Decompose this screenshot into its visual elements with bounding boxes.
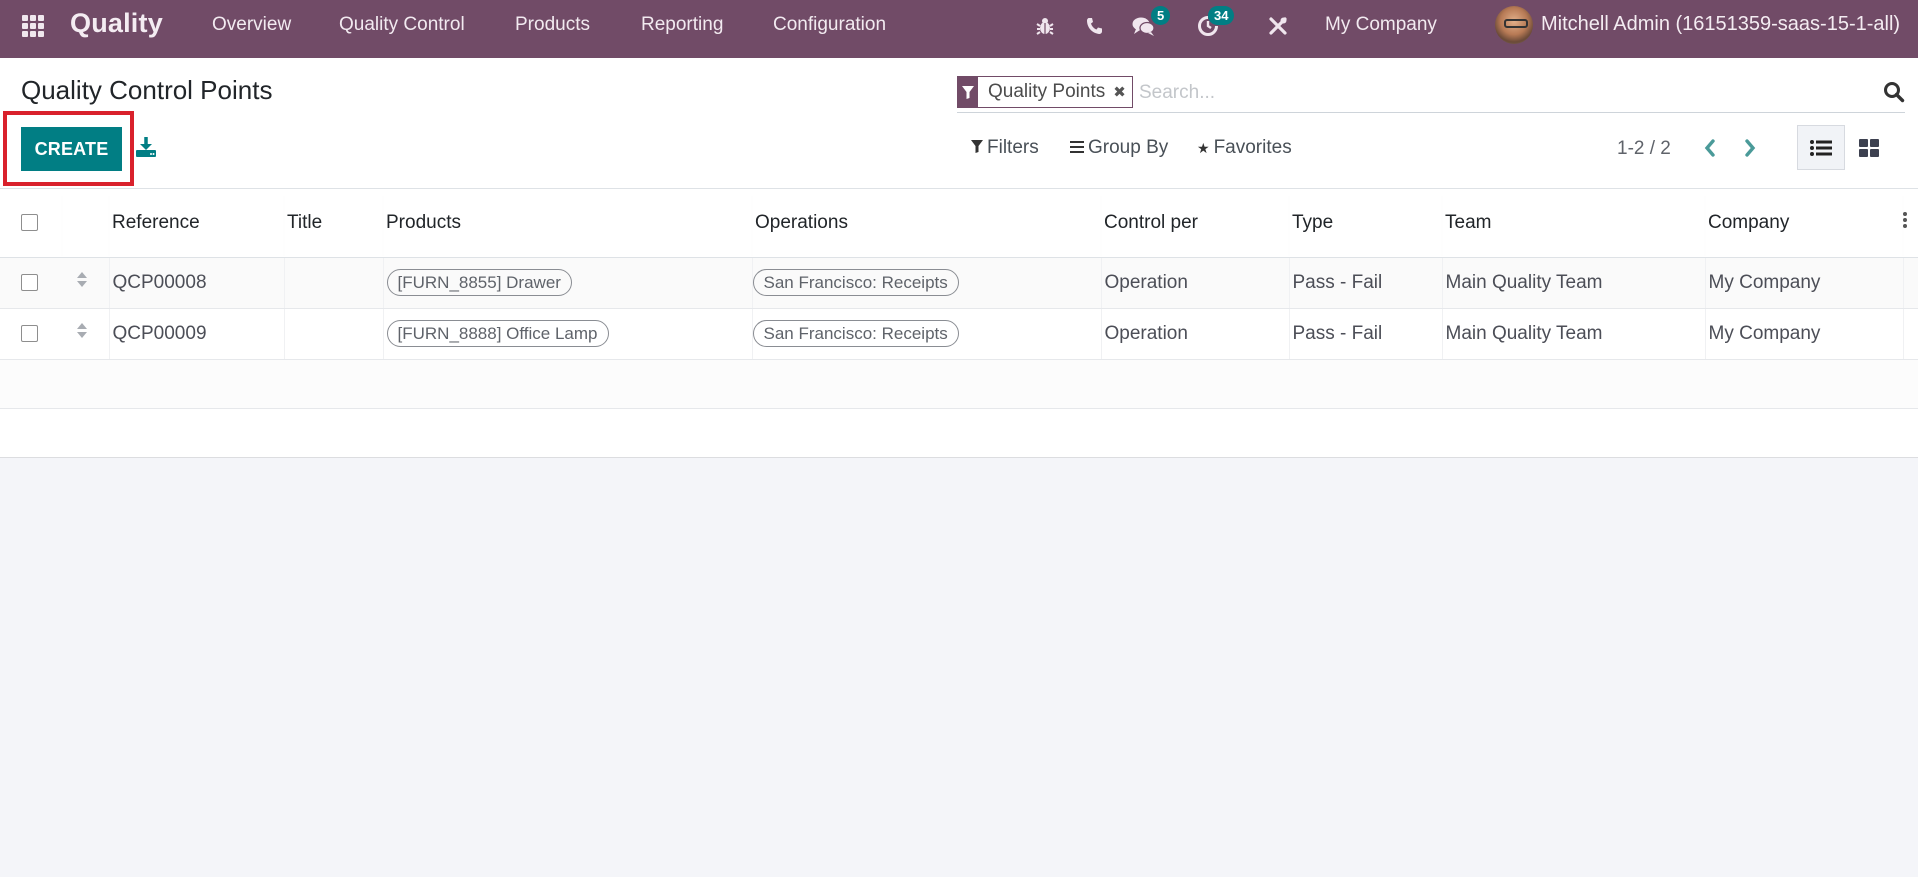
phone-icon[interactable] [1082, 13, 1106, 39]
pager-value[interactable]: 1-2 / 2 [1617, 138, 1671, 160]
empty-row [0, 359, 1918, 409]
drag-handle-icon[interactable] [75, 322, 89, 340]
list-view-button[interactable] [1797, 125, 1845, 170]
quality-points-table: Reference Title Products Operations Cont… [0, 189, 1918, 458]
facet-remove-icon[interactable]: ✖ [1111, 77, 1132, 107]
download-icon[interactable] [135, 136, 157, 158]
messages-badge: 5 [1151, 6, 1171, 25]
pager-previous-button[interactable] [1698, 134, 1722, 162]
column-header-operations[interactable]: Operations [752, 189, 1101, 258]
facet-label: Quality Points [988, 81, 1106, 102]
product-tag[interactable]: [FURN_8888] Office Lamp [386, 320, 609, 347]
search-facet[interactable]: Quality Points ✖ [957, 76, 1133, 108]
activities-badge: 34 [1208, 6, 1235, 25]
menu-overview[interactable]: Overview [212, 14, 291, 36]
favorites-label: Favorites [1213, 137, 1292, 158]
cell-type: Pass - Fail [1292, 322, 1383, 344]
search-icon[interactable] [1883, 81, 1905, 103]
cell-control-per: Operation [1104, 271, 1188, 293]
company-switcher[interactable]: My Company [1325, 14, 1437, 36]
list-view: Reference Title Products Operations Cont… [0, 189, 1918, 458]
row-checkbox[interactable] [21, 273, 38, 291]
filter-icon [971, 140, 983, 156]
cell-reference: QCP00009 [112, 322, 207, 344]
star-icon: ★ [1197, 139, 1210, 156]
cell-company: My Company [1708, 322, 1821, 344]
top-navbar: Quality Overview Quality Control Product… [0, 0, 1918, 58]
group-by-label: Group By [1088, 137, 1169, 158]
table-row[interactable]: QCP00008 [FURN_8855] Drawer San Francisc… [0, 257, 1918, 309]
user-menu[interactable]: Mitchell Admin (16151359-saas-15-1-all) [1541, 13, 1900, 36]
page-title: Quality Control Points [21, 75, 273, 105]
select-all-checkbox[interactable] [21, 214, 38, 232]
bug-icon[interactable] [1033, 13, 1057, 39]
menu-reporting[interactable]: Reporting [641, 14, 723, 36]
row-checkbox[interactable] [21, 324, 38, 342]
column-header-title[interactable]: Title [284, 189, 383, 258]
cell-team: Main Quality Team [1445, 322, 1603, 344]
search-bar: Quality Points ✖ [957, 75, 1905, 113]
column-header-products[interactable]: Products [383, 189, 752, 258]
menu-configuration[interactable]: Configuration [773, 14, 886, 36]
cell-type: Pass - Fail [1292, 271, 1383, 293]
optional-columns-toggle[interactable] [1903, 189, 1918, 258]
cell-company: My Company [1708, 271, 1821, 293]
chevron-right-icon [1745, 139, 1756, 157]
favorites-button[interactable]: ★ Favorites [1197, 137, 1292, 159]
tools-icon[interactable] [1266, 13, 1290, 39]
column-header-type[interactable]: Type [1289, 189, 1442, 258]
user-avatar[interactable] [1495, 6, 1533, 44]
list-icon [1810, 139, 1832, 156]
cell-control-per: Operation [1104, 322, 1188, 344]
group-by-button[interactable]: Group By [1070, 137, 1168, 159]
control-panel: Quality Control Points CREATE Quality Po… [0, 58, 1918, 189]
operation-tag[interactable]: San Francisco: Receipts [752, 320, 959, 347]
filters-label: Filters [987, 137, 1039, 158]
cell-team: Main Quality Team [1445, 271, 1603, 293]
table-row[interactable]: QCP00009 [FURN_8888] Office Lamp San Fra… [0, 308, 1918, 360]
filters-button[interactable]: Filters [971, 137, 1039, 159]
apps-menu-icon[interactable] [22, 15, 46, 37]
filter-icon [958, 77, 978, 107]
kanban-icon [1859, 138, 1879, 157]
cell-reference: QCP00008 [112, 271, 207, 293]
menu-products[interactable]: Products [515, 14, 590, 36]
drag-handle-icon[interactable] [75, 271, 89, 289]
column-header-company[interactable]: Company [1705, 189, 1903, 258]
menu-quality-control[interactable]: Quality Control [339, 14, 465, 36]
column-header-control-per[interactable]: Control per [1101, 189, 1289, 258]
column-header-reference[interactable]: Reference [109, 189, 284, 258]
app-brand[interactable]: Quality [70, 8, 163, 39]
bars-icon [1070, 140, 1084, 156]
kebab-menu-icon[interactable] [1903, 210, 1907, 230]
table-footer [0, 408, 1918, 458]
product-tag[interactable]: [FURN_8855] Drawer [386, 269, 572, 296]
column-header-team[interactable]: Team [1442, 189, 1705, 258]
kanban-view-button[interactable] [1845, 125, 1893, 170]
search-input[interactable] [1139, 78, 1839, 108]
pager-next-button[interactable] [1738, 134, 1762, 162]
operation-tag[interactable]: San Francisco: Receipts [752, 269, 959, 296]
chevron-left-icon [1704, 139, 1715, 157]
create-button[interactable]: CREATE [21, 127, 122, 171]
table-header: Reference Title Products Operations Cont… [0, 189, 1918, 258]
